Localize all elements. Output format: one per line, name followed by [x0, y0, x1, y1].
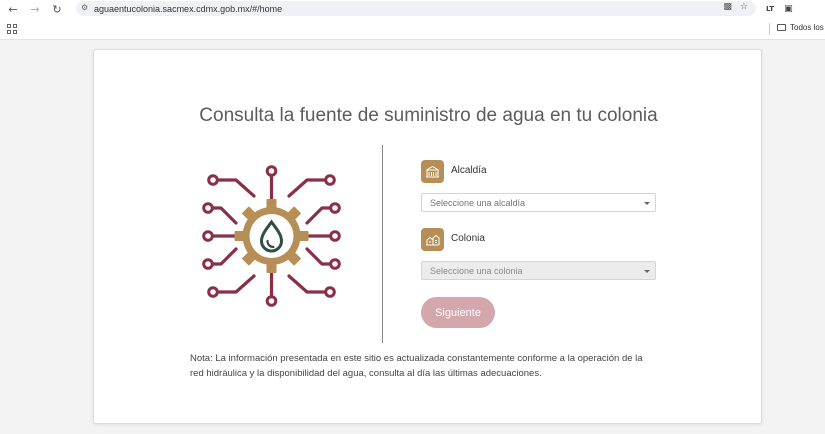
back-icon[interactable]: ← — [2, 0, 24, 18]
colonia-houses-icon — [421, 228, 444, 251]
bookmark-star-icon[interactable]: ☆ — [740, 2, 748, 12]
bookmarks-bar: Todos los — [0, 18, 825, 40]
extension-badge[interactable]: LT — [766, 5, 774, 13]
chevron-down-icon — [644, 202, 650, 205]
folder-icon — [777, 24, 786, 31]
info-note-line-1: Nota: La información presentada en este … — [190, 353, 643, 364]
address-bar[interactable]: ⚙ aguaentucolonia.sacmex.cdmx.gob.mx/#/h… — [76, 1, 756, 16]
browser-toolbar: ← → ↻ ⚙ aguaentucolonia.sacmex.cdmx.gob.… — [0, 0, 825, 18]
apps-grid-icon[interactable] — [7, 24, 17, 34]
extensions-icon[interactable]: ▣ — [784, 4, 793, 14]
colonia-select[interactable]: Seleccione una colonia — [421, 261, 656, 280]
siguiente-button[interactable]: Siguiente — [421, 297, 495, 328]
translate-icon[interactable]: ▩ — [723, 2, 732, 12]
reload-icon[interactable]: ↻ — [46, 0, 68, 18]
info-note: Nota: La información presentada en este … — [190, 351, 670, 381]
bookmarks-separator — [769, 23, 770, 35]
bookmarks-folder-label: Todos los — [790, 23, 824, 32]
chevron-down-icon — [644, 270, 650, 273]
main-card: Consulta la fuente de suministro de agua… — [93, 49, 762, 424]
forward-icon[interactable]: → — [24, 0, 46, 18]
site-info-icon[interactable]: ⚙ — [81, 3, 88, 12]
water-gear-logo-icon — [202, 165, 341, 307]
alcaldia-building-icon — [421, 160, 444, 183]
info-note-line-2: red hidráulica y la disponibilidad del a… — [190, 368, 542, 379]
alcaldia-select-value: Seleccione una alcaldía — [430, 197, 526, 208]
url-text: aguaentucolonia.sacmex.cdmx.gob.mx/#/hom… — [94, 3, 283, 14]
bookmarks-folder[interactable]: Todos los — [777, 23, 824, 32]
colonia-select-value: Seleccione una colonia — [430, 265, 523, 276]
vertical-divider — [382, 145, 383, 343]
page-title: Consulta la fuente de suministro de agua… — [199, 105, 658, 126]
colonia-label: Colonia — [451, 233, 485, 244]
alcaldia-select[interactable]: Seleccione una alcaldía — [421, 193, 656, 212]
alcaldia-label: Alcaldía — [451, 165, 487, 176]
